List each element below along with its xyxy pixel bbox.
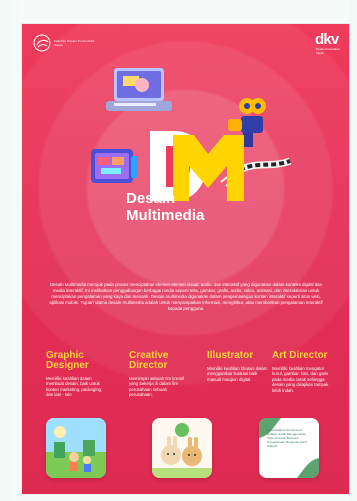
right-page-edge (349, 0, 357, 501)
role-title: Graphic Designer (46, 351, 118, 371)
role-title: Creative Director (129, 351, 201, 371)
hero-title-line-1: Desain (126, 190, 176, 207)
left-logo-text: Fakultas Desain Komunikasi Visual (54, 39, 95, 47)
role-description: Memimpin sebuah tim kreatif yang bekerja… (129, 376, 184, 398)
poster: Fakultas Desain Komunikasi Visual dkv De… (22, 24, 349, 494)
left-logo: Fakultas Desain Komunikasi Visual (33, 34, 105, 52)
right-logo-text: Desain Komunikasi Visual (316, 47, 340, 55)
role-description: Memiliki keahlian dalam membuat desain, … (46, 376, 103, 398)
hero-title-line-2: Multimedia (126, 207, 205, 224)
role-title: Art Director (272, 351, 344, 361)
right-logo-mark: dkv (315, 31, 339, 48)
green-booklet-icon (259, 418, 319, 478)
portfolio-thumbnail-3: Pembelajaran Kompetensi Hafalan Surah Me… (259, 418, 319, 478)
role-title: Illustrator (207, 351, 279, 361)
role-title-line-2: Designer (46, 360, 89, 371)
page: Fakultas Desain Komunikasi Visual dkv De… (0, 0, 357, 501)
role-title-line-2: Director (129, 360, 168, 371)
hero-title: Desain Multimedia (126, 190, 236, 224)
intro-paragraph: Desain Multimedia merujuk pada proses me… (49, 282, 323, 311)
role-graphic-designer: Graphic Designer Memiliki keahlian dalam… (46, 351, 118, 398)
role-title-line-1: Illustrator (207, 350, 254, 361)
left-page-edge (0, 0, 22, 501)
university-logo-icon (33, 34, 51, 52)
tablet-illustration (91, 149, 138, 183)
portfolio-thumbnail-2 (152, 418, 212, 478)
role-description: Memiliki keahlian mengatur huruf, gambar… (272, 366, 329, 393)
laptop-illustration (106, 68, 172, 111)
role-title-line-1: Art Director (272, 350, 328, 361)
thumbnail-caption: Pembelajaran Kompetensi Hafalan Surah Me… (267, 428, 308, 448)
role-art-director: Art Director Memiliki keahlian mengatur … (272, 351, 344, 393)
role-description: Memiliki keahlian khusus dalam menggamba… (207, 366, 268, 382)
role-illustrator: Illustrator Memiliki keahlian khusus dal… (207, 351, 279, 382)
cartoon-scene-icon (46, 418, 106, 478)
right-logo: dkv Desain Komunikasi Visual (315, 31, 340, 62)
rabbit-illustration-icon (152, 418, 212, 478)
role-creative-director: Creative Director Memimpin sebuah tim kr… (129, 351, 201, 398)
portfolio-thumbnail-1 (46, 418, 106, 478)
